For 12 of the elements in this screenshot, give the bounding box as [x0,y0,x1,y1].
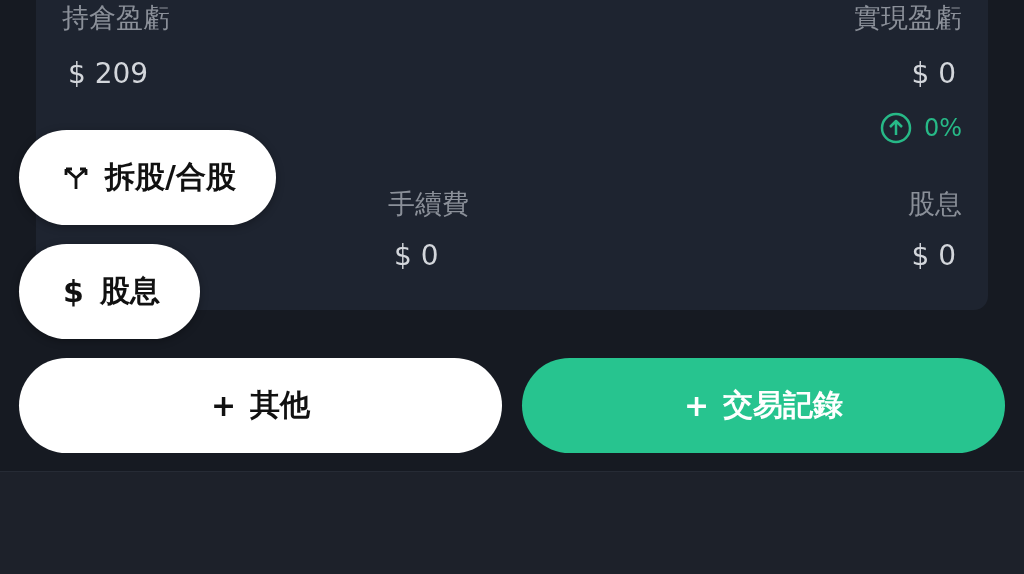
change-percent: 0% [923,114,962,142]
arrow-up-circle-icon [879,112,912,144]
stat-value: $ 0 [910,56,957,92]
stat-label: 手續費 [388,187,469,221]
stat-value: $ 0 [910,238,957,274]
stat-label: 股息 [908,187,962,221]
stat-label: 持倉盈虧 [62,1,170,35]
stat-label: 實現盈虧 [854,1,962,35]
stat-value: $ 209 [67,56,150,92]
stat-value: $ 0 [393,238,440,274]
add-other-button[interactable]: + 其他 [19,358,502,453]
split-merge-button[interactable]: 拆股/合股 [19,130,276,225]
